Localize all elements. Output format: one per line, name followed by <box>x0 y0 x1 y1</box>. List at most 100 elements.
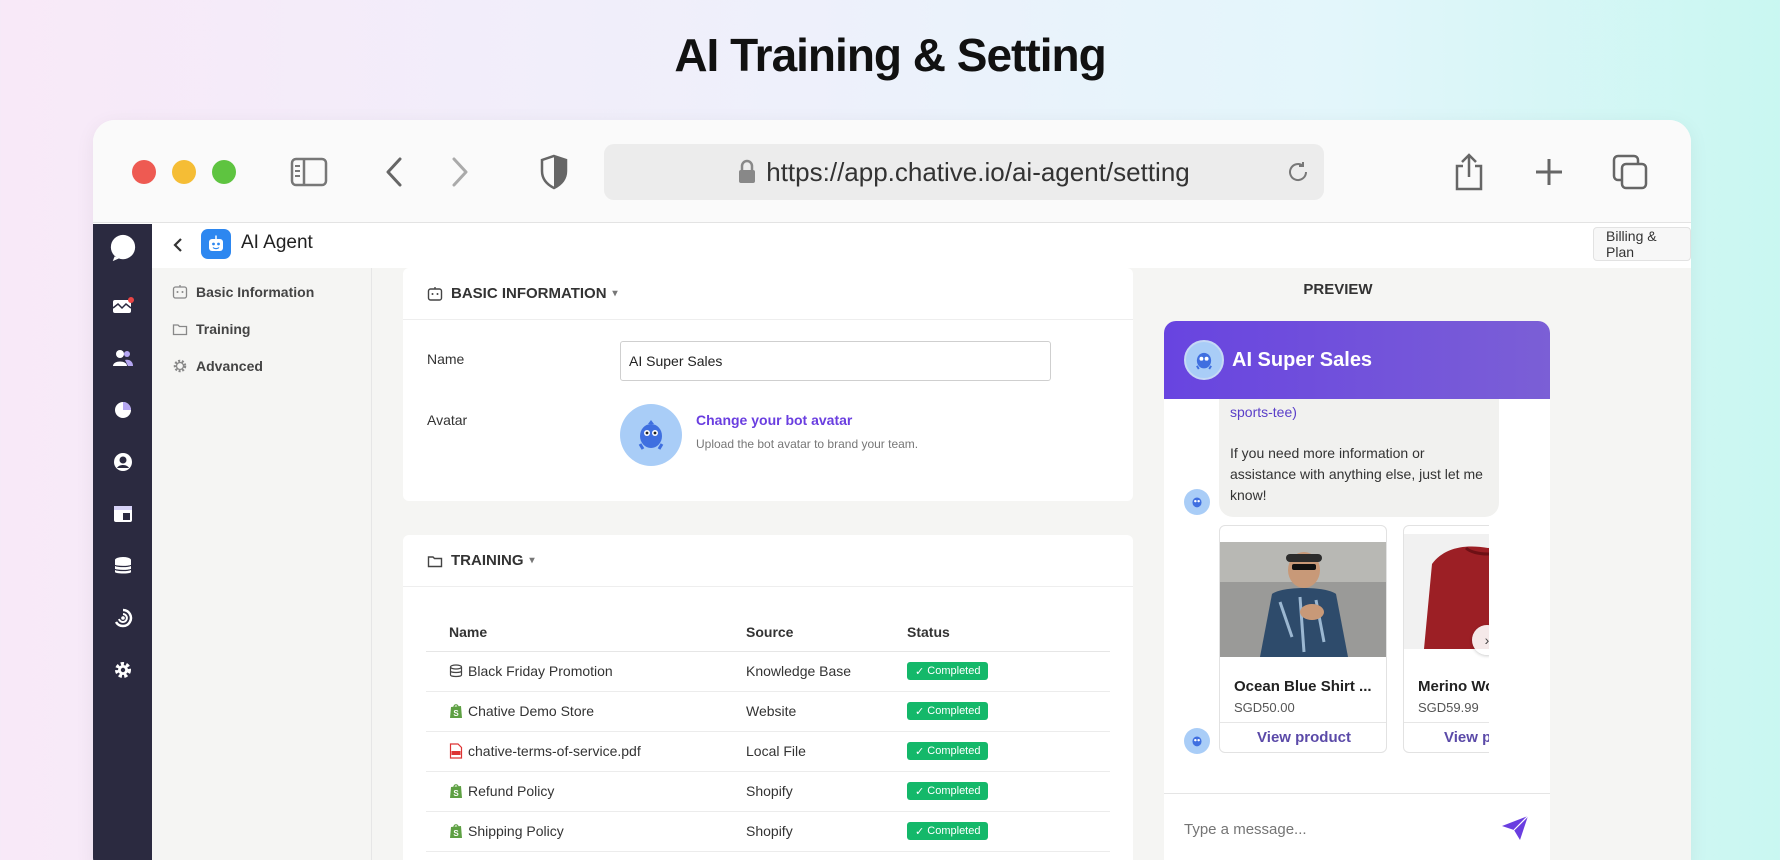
table-row[interactable]: S Refund Policy Shopify ✓ Completed <box>426 771 1110 812</box>
bot-icon <box>427 286 443 301</box>
message-composer <box>1164 793 1550 860</box>
preview-title: PREVIEW <box>1303 281 1373 298</box>
status-badge: ✓ Completed <box>907 822 989 841</box>
basic-information-card: BASIC INFORMATION ▾ Name Avatar Change y… <box>403 268 1133 501</box>
training-table: Name Source Status Black Friday Promotio… <box>426 613 1110 852</box>
chevron-down-icon: ▾ <box>529 555 535 566</box>
chat-logo-icon[interactable] <box>109 234 137 262</box>
training-header[interactable]: TRAINING ▾ <box>403 535 1133 587</box>
forward-arrow-icon[interactable] <box>445 150 475 194</box>
folder-icon <box>172 324 188 336</box>
chevron-down-icon: ▾ <box>612 288 618 299</box>
hero-title: AI Training & Setting <box>674 29 1106 81</box>
row-name: Chative Demo Store <box>468 703 595 719</box>
integrations-icon[interactable] <box>109 604 137 632</box>
view-product-button[interactable]: View p <box>1404 722 1489 752</box>
product-image <box>1220 542 1386 657</box>
status-text: Completed <box>927 745 981 758</box>
column-header-status: Status <box>907 613 1110 652</box>
svg-text:S: S <box>453 789 459 798</box>
nav-basic-information[interactable]: Basic Information <box>172 281 314 303</box>
name-label: Name <box>427 351 465 367</box>
nav-training[interactable]: Training <box>172 318 250 340</box>
browser-toolbar: https://app.chative.io/ai-agent/setting <box>93 120 1691 223</box>
row-name: Refund Policy <box>468 783 555 799</box>
table-row[interactable]: Black Friday Promotion Knowledge Base ✓ … <box>426 651 1110 692</box>
chat-preview: AI Super Sales sports-tee) If you need m… <box>1164 321 1550 860</box>
new-tab-icon[interactable] <box>1531 150 1567 194</box>
bot-mini-avatar <box>1184 489 1210 515</box>
bot-message-bubble: sports-tee) If you need more information… <box>1219 399 1499 517</box>
row-source: Website <box>746 691 907 732</box>
nav-label: Basic Information <box>196 284 315 300</box>
row-source: Local File <box>746 731 907 772</box>
table-row[interactable]: chative-terms-of-service.pdf Local File … <box>426 731 1110 772</box>
widget-icon[interactable] <box>109 500 137 528</box>
status-badge: ✓ Completed <box>907 782 989 801</box>
product-name: Ocean Blue Shirt ... <box>1234 678 1372 695</box>
svg-text:S: S <box>453 829 459 838</box>
reload-icon[interactable] <box>1286 160 1310 189</box>
back-chevron-icon[interactable] <box>172 236 184 259</box>
send-icon[interactable] <box>1500 814 1530 847</box>
window-zoom-button[interactable] <box>212 160 236 184</box>
svg-text:S: S <box>453 709 459 718</box>
url-text: https://app.chative.io/ai-agent/setting <box>766 156 1190 187</box>
app-header: AI Agent Billing & Plan <box>152 224 1691 268</box>
back-arrow-icon[interactable] <box>379 150 409 194</box>
window-close-button[interactable] <box>132 160 156 184</box>
billing-plan-button[interactable]: Billing & Plan <box>1593 227 1691 261</box>
bot-mini-avatar <box>1184 728 1210 754</box>
product-price: SGD59.99 <box>1418 700 1479 715</box>
shield-icon[interactable] <box>536 150 572 194</box>
column-header-name: Name <box>426 613 746 652</box>
product-price: SGD50.00 <box>1234 700 1295 715</box>
shopify-icon: S <box>450 784 462 798</box>
message-link[interactable]: sports-tee) <box>1230 402 1488 423</box>
address-bar[interactable]: https://app.chative.io/ai-agent/setting <box>604 144 1324 200</box>
share-icon[interactable] <box>1451 150 1487 194</box>
nav-label: Training <box>196 321 251 337</box>
row-name: chative-terms-of-service.pdf <box>468 743 641 759</box>
ai-agent-icon[interactable] <box>109 448 137 476</box>
view-product-button[interactable]: View product <box>1220 722 1386 752</box>
name-input[interactable] <box>620 341 1051 381</box>
avatar-help-text: Upload the bot avatar to brand your team… <box>696 437 919 451</box>
section-title: BASIC INFORMATION <box>451 285 607 302</box>
database-icon[interactable] <box>109 552 137 580</box>
table-row[interactable]: S Chative Demo Store Website ✓ Completed <box>426 691 1110 732</box>
settings-gear-icon[interactable] <box>109 656 137 684</box>
avatar-label: Avatar <box>427 412 468 428</box>
page-title: AI Agent <box>241 232 313 253</box>
browser-window: https://app.chative.io/ai-agent/setting <box>93 120 1691 860</box>
status-text: Completed <box>927 705 981 718</box>
product-name: Merino Wo <box>1418 678 1489 695</box>
inbox-icon[interactable] <box>109 292 137 320</box>
product-card[interactable]: Ocean Blue Shirt ... SGD50.00 View produ… <box>1219 525 1387 753</box>
bot-avatar <box>1184 340 1224 380</box>
window-minimize-button[interactable] <box>172 160 196 184</box>
sidebar-toggle-icon[interactable] <box>289 150 329 194</box>
status-text: Completed <box>927 665 981 678</box>
status-text: Completed <box>927 825 981 838</box>
table-row[interactable]: S Shipping Policy Shopify ✓ Completed <box>426 811 1110 852</box>
app-area: AI Agent Billing & Plan Basic Informatio… <box>93 224 1691 860</box>
folder-icon <box>427 555 443 567</box>
gear-icon <box>173 359 187 373</box>
message-input[interactable] <box>1184 816 1484 842</box>
row-source: Shopify <box>746 771 907 812</box>
contacts-icon[interactable] <box>109 344 137 372</box>
message-text: If you need more information or assistan… <box>1230 445 1483 503</box>
nav-advanced[interactable]: Advanced <box>172 355 263 377</box>
table-header-row: Name Source Status <box>426 613 1110 652</box>
database-icon <box>449 664 463 678</box>
tab-overview-icon[interactable] <box>1611 150 1649 194</box>
status-badge: ✓ Completed <box>907 702 989 721</box>
status-text: Completed <box>927 785 981 798</box>
nav-label: Advanced <box>196 358 263 374</box>
settings-nav: Basic Information Training Advanced <box>152 268 372 860</box>
bot-avatar[interactable] <box>620 404 682 466</box>
change-avatar-link[interactable]: Change your bot avatar <box>696 412 852 428</box>
reports-icon[interactable] <box>109 396 137 424</box>
basic-information-header[interactable]: BASIC INFORMATION ▾ <box>403 268 1133 320</box>
